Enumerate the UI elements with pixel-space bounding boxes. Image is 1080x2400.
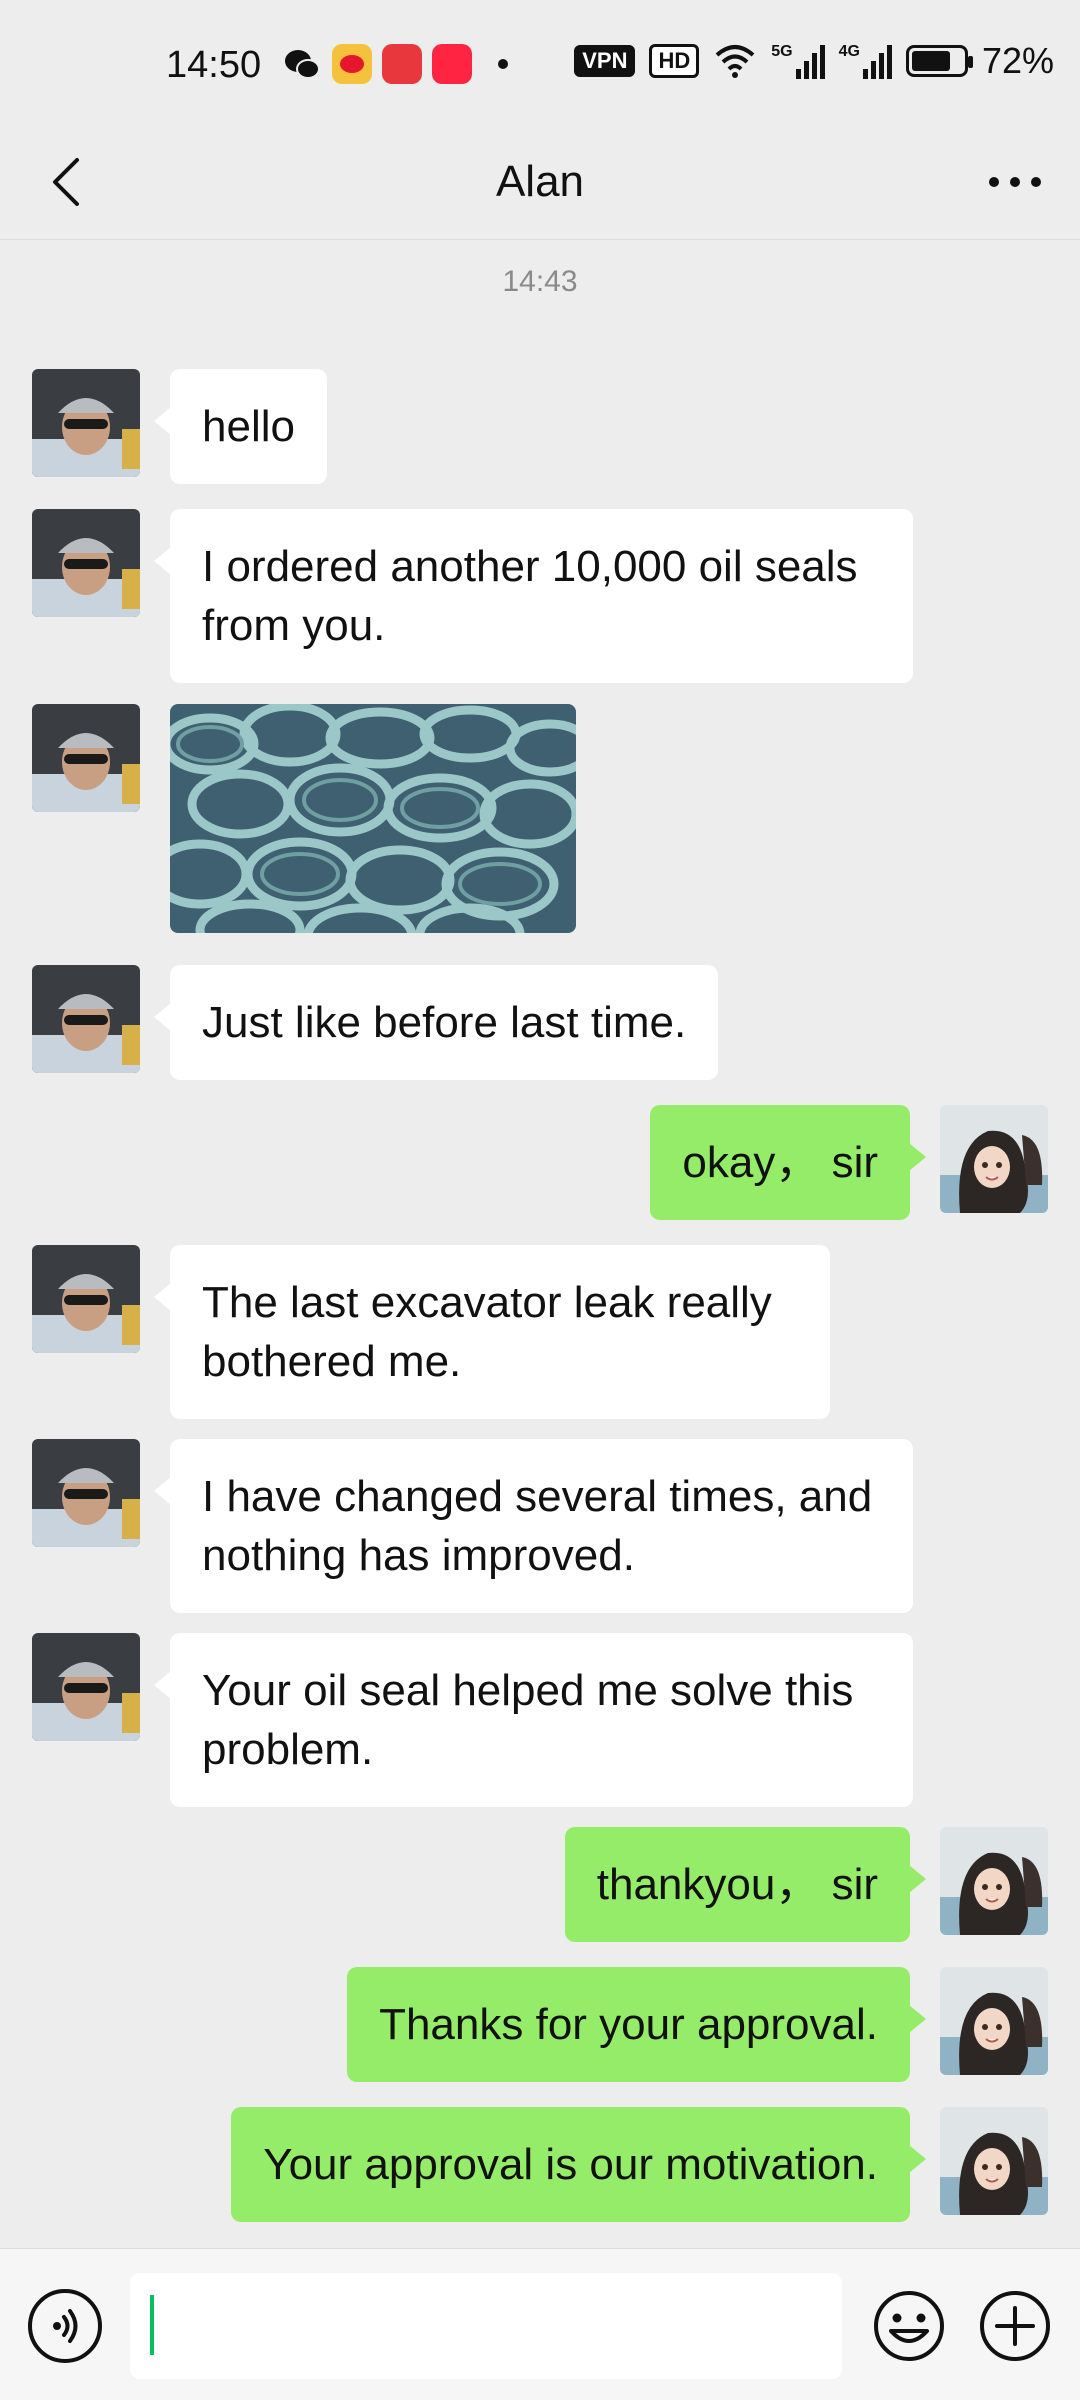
signal-5g-icon: 5G: [771, 43, 825, 79]
contact-avatar[interactable]: [32, 704, 140, 812]
message-bubble-incoming[interactable]: I have changed several times, and nothin…: [154, 1439, 913, 1613]
message-text: Thanks for your approval.: [379, 2000, 878, 2049]
message-bubble-incoming[interactable]: Just like before last time.: [153, 965, 719, 1080]
my-avatar[interactable]: [940, 1827, 1048, 1935]
message-text: thankyou， sir: [596, 1860, 878, 1909]
message-text: hello: [202, 402, 295, 451]
dot-icon: [498, 59, 508, 69]
my-avatar[interactable]: [940, 1967, 1048, 2075]
message-bubble-incoming[interactable]: The last excavator leak really bothered …: [154, 1245, 830, 1419]
man-with-cap-avatar-icon: [32, 1245, 140, 1353]
man-with-cap-avatar-icon: [32, 1439, 140, 1547]
plus-icon: [980, 2291, 1050, 2361]
text-cursor: [150, 2295, 154, 2355]
wifi-icon: [715, 45, 755, 78]
oil-seals-image-icon: [170, 704, 576, 933]
battery-icon: [905, 45, 973, 77]
anime-girl-avatar-icon: [940, 1827, 1048, 1935]
anime-girl-avatar-icon: [940, 1105, 1048, 1213]
weibo-icon: [332, 44, 372, 84]
my-avatar[interactable]: [940, 1105, 1048, 1213]
message-bubble-incoming[interactable]: hello: [154, 369, 327, 484]
message-text: okay， sir: [682, 1138, 878, 1187]
chat-header: Alan: [0, 130, 1080, 240]
message-bubble-outgoing[interactable]: okay， sir: [650, 1105, 926, 1220]
message-bubble-outgoing[interactable]: Your approval is our motivation.: [231, 2107, 926, 2222]
more-icon: [989, 177, 1041, 187]
hd-badge: HD: [649, 44, 700, 78]
man-with-cap-avatar-icon: [32, 704, 140, 812]
xiaohongshu-icon: [432, 44, 472, 84]
wechat-icon: [285, 50, 320, 79]
contact-avatar[interactable]: [32, 369, 140, 477]
voice-icon: [53, 2309, 78, 2343]
message-text: Your oil seal helped me solve this probl…: [202, 1666, 854, 1774]
contact-avatar[interactable]: [32, 1439, 140, 1547]
message-bubble-incoming[interactable]: I ordered another 10,000 oil seals from …: [154, 509, 913, 683]
my-avatar[interactable]: [940, 2107, 1048, 2215]
chat-timestamp: 14:43: [502, 265, 578, 298]
signal-4g-icon: 4G: [839, 43, 892, 79]
more-options-button[interactable]: [978, 2289, 1052, 2363]
anime-girl-avatar-icon: [940, 1967, 1048, 2075]
message-bubble-incoming[interactable]: Your oil seal helped me solve this probl…: [154, 1633, 913, 1807]
contact-avatar[interactable]: [32, 1245, 140, 1353]
message-text: Just like before last time.: [202, 998, 687, 1047]
notification-icons: [282, 44, 508, 84]
chat-screen: 14:50 VPN HD 5G 4G 72% Alan 14:43 hello …: [0, 0, 1080, 2400]
message-text: Your approval is our motivation.: [263, 2140, 878, 2189]
status-bar: 14:50 VPN HD 5G 4G 72%: [0, 0, 1080, 130]
message-text: I ordered another 10,000 oil seals from …: [202, 542, 858, 650]
emoji-button[interactable]: [872, 2289, 946, 2363]
contact-avatar[interactable]: [32, 965, 140, 1073]
man-with-cap-avatar-icon: [32, 369, 140, 477]
contact-avatar[interactable]: [32, 509, 140, 617]
input-bar: [0, 2248, 1080, 2400]
system-icons: VPN HD 5G 4G 72%: [574, 40, 1054, 82]
status-time: 14:50: [166, 44, 262, 86]
oil-seals-photo[interactable]: [170, 704, 576, 933]
app-icon: [382, 44, 422, 84]
man-with-cap-avatar-icon: [32, 1633, 140, 1741]
message-text: The last excavator leak really bothered …: [202, 1278, 772, 1386]
contact-avatar[interactable]: [32, 1633, 140, 1741]
message-text: I have changed several times, and nothin…: [202, 1472, 873, 1580]
message-bubble-outgoing[interactable]: Thanks for your approval.: [347, 1967, 926, 2082]
voice-button[interactable]: [28, 2289, 102, 2363]
anime-girl-avatar-icon: [940, 2107, 1048, 2215]
man-with-cap-avatar-icon: [32, 965, 140, 1073]
more-button[interactable]: [980, 152, 1050, 212]
contact-name: Alan: [495, 157, 585, 206]
message-bubble-outgoing[interactable]: thankyou， sir: [564, 1827, 927, 1942]
message-input[interactable]: [130, 2273, 842, 2379]
man-with-cap-avatar-icon: [32, 509, 140, 617]
vpn-badge: VPN: [574, 45, 636, 77]
emoji-icon: [874, 2291, 944, 2361]
battery-percent: 72%: [981, 40, 1054, 81]
